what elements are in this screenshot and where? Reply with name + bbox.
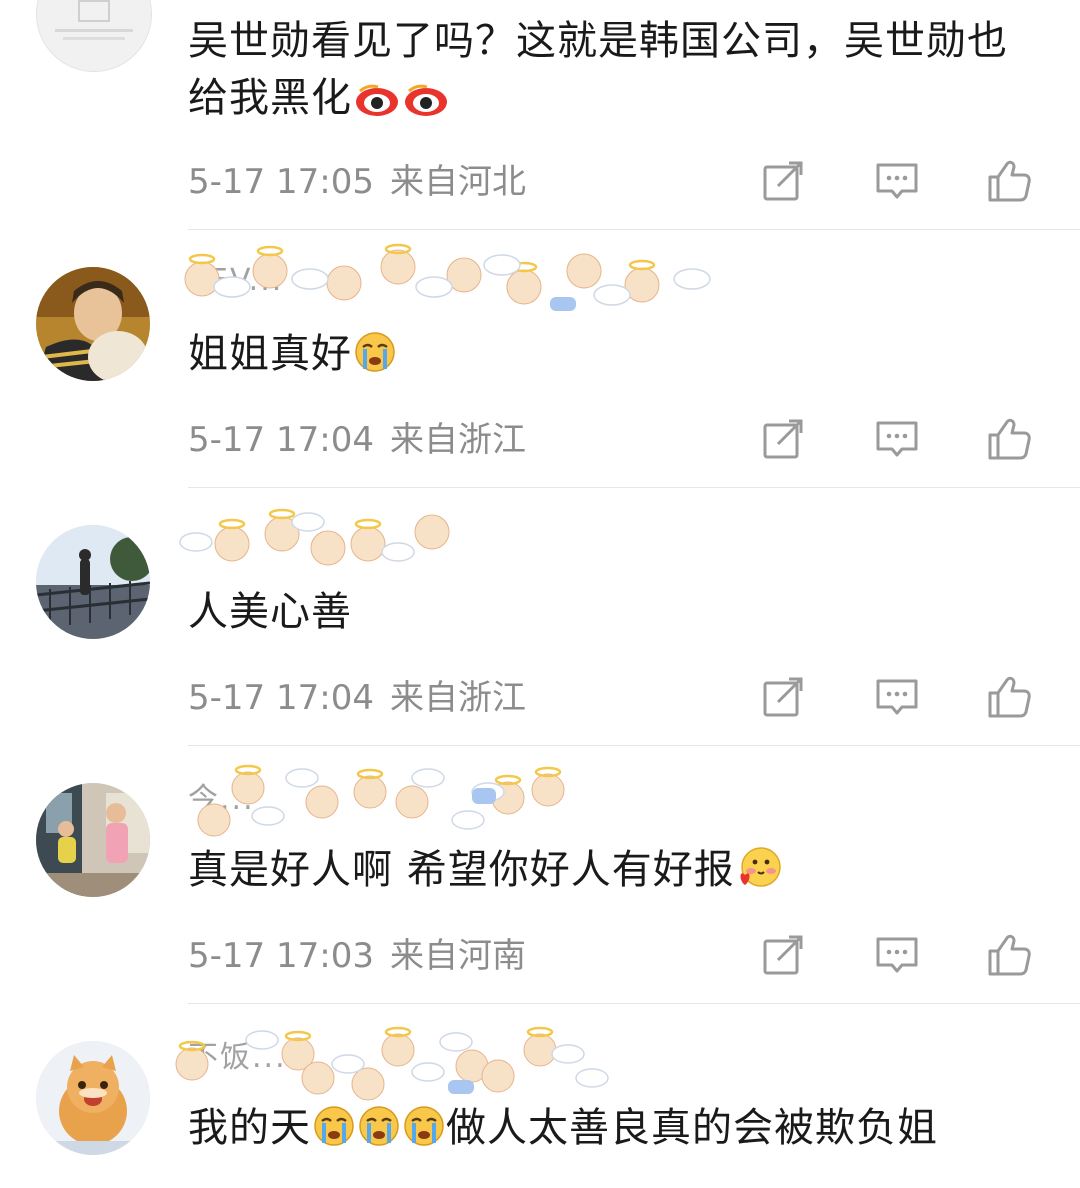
avatar[interactable] [36, 525, 150, 639]
repost-icon[interactable] [760, 158, 806, 204]
crying-emoji [313, 1105, 355, 1147]
avatar[interactable] [36, 1041, 150, 1155]
comment-meta: 5-17 17:04 来自浙江 [188, 418, 526, 462]
angel-sticker-mask [172, 762, 592, 842]
crying-emoji [358, 1105, 400, 1147]
comment-content: 我的天 做人太善良真的会被欺负姐 [188, 1105, 938, 1151]
username[interactable]: 不饭... [175, 1026, 748, 1101]
comment-icon[interactable] [874, 416, 920, 462]
comment-actions [760, 674, 1050, 722]
comment-content: 姐姐真好 [188, 326, 1048, 383]
comment-icon[interactable] [874, 674, 920, 720]
divider [188, 229, 1080, 230]
repost-icon[interactable] [760, 674, 806, 720]
repost-icon[interactable] [760, 932, 806, 978]
avatar[interactable] [36, 0, 152, 72]
username[interactable]: 今... [188, 764, 748, 837]
like-icon[interactable] [986, 932, 1032, 978]
comment-icon[interactable] [874, 158, 920, 204]
comment-actions [760, 932, 1050, 980]
comment-time: 5-17 17:04 [188, 678, 374, 718]
repost-icon[interactable] [760, 416, 806, 462]
divider [188, 1003, 1080, 1004]
comment-time: 5-17 17:05 [188, 162, 374, 202]
username[interactable] [179, 508, 748, 572]
comment-meta: 5-17 17:05 来自河北 [188, 160, 526, 204]
avatar[interactable] [36, 267, 150, 381]
weibo-eye-emoji [354, 83, 400, 117]
crying-emoji [354, 331, 396, 373]
like-icon[interactable] [986, 674, 1032, 720]
username[interactable]: SEV... [184, 243, 748, 311]
comment-actions [760, 158, 1050, 206]
comment-meta: 5-17 17:04 来自浙江 [188, 676, 526, 720]
avatar[interactable] [36, 783, 150, 897]
comment-icon[interactable] [874, 932, 920, 978]
comment-location: 来自河北 [389, 162, 526, 202]
comment-location: 来自浙江 [389, 678, 526, 718]
divider [188, 487, 1080, 488]
comment-location: 来自浙江 [389, 420, 526, 460]
blushing-kiss-emoji [737, 845, 781, 889]
angel-sticker-mask [172, 243, 732, 323]
comment-time: 5-17 17:03 [188, 936, 374, 976]
comment-location: 来自河南 [389, 936, 526, 976]
crying-emoji [403, 1105, 445, 1147]
comment-content: 真是好人啊 希望你好人有好报 [188, 842, 1048, 899]
comment-time: 5-17 17:04 [188, 420, 374, 460]
weibo-eye-emoji [403, 83, 449, 117]
comment-meta: 5-17 17:03 来自河南 [188, 934, 526, 978]
comment-actions [760, 416, 1050, 464]
angel-sticker-mask [172, 504, 492, 580]
like-icon[interactable] [986, 158, 1032, 204]
angel-sticker-mask [172, 1020, 632, 1106]
comment-content: 人美心善 [188, 589, 352, 635]
comment-content: 吴世勋看见了吗？这就是韩国公司，吴世勋也给我黑化 [188, 18, 1008, 121]
divider [188, 745, 1080, 746]
like-icon[interactable] [986, 416, 1032, 462]
